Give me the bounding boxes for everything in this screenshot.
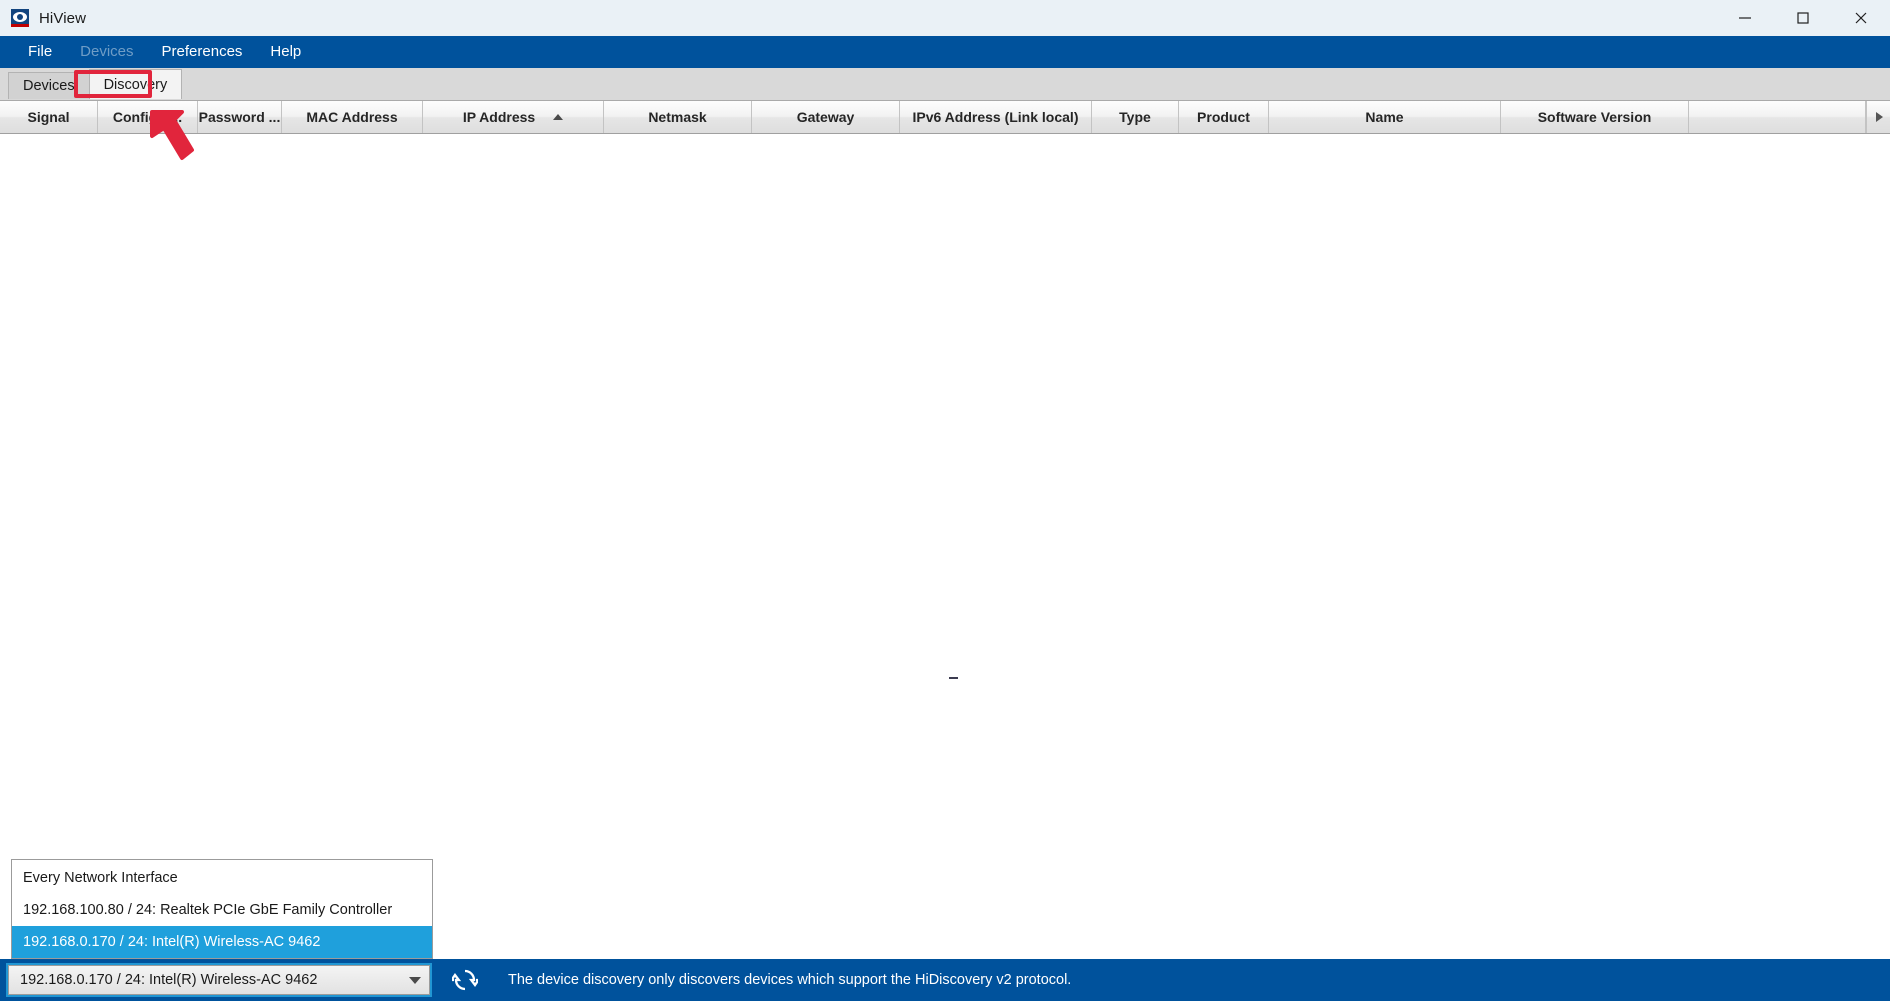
column-header-filler[interactable] xyxy=(1689,101,1866,133)
column-header-netmask[interactable]: Netmask xyxy=(604,101,752,133)
menu-item-preferences[interactable]: Preferences xyxy=(148,36,257,68)
column-header-product[interactable]: Product xyxy=(1179,101,1269,133)
dropdown-option-intel-wireless[interactable]: 192.168.0.170 / 24: Intel(R) Wireless-AC… xyxy=(12,926,432,958)
title-bar: HiView xyxy=(0,0,1890,36)
status-bar: 192.168.0.170 / 24: Intel(R) Wireless-AC… xyxy=(0,859,1890,1001)
hiview-eye-icon xyxy=(11,9,29,27)
menu-item-file[interactable]: File xyxy=(14,36,66,68)
column-header-signal[interactable]: Signal xyxy=(0,101,98,133)
column-header-configuration[interactable]: Configur... xyxy=(98,101,198,133)
network-interface-value: 192.168.0.170 / 24: Intel(R) Wireless-AC… xyxy=(20,972,318,988)
column-header-software-version[interactable]: Software Version xyxy=(1501,101,1689,133)
table-body-empty xyxy=(0,134,1890,959)
tab-devices[interactable]: Devices xyxy=(8,72,90,99)
close-icon[interactable] xyxy=(1832,0,1890,36)
column-header-ip-address[interactable]: IP Address xyxy=(423,101,604,133)
network-interface-dropdown: Every Network Interface 192.168.100.80 /… xyxy=(11,859,433,959)
tab-strip: Devices Discovery xyxy=(0,68,1890,100)
window-title: HiView xyxy=(39,9,87,27)
tab-discovery[interactable]: Discovery xyxy=(88,69,183,99)
maximize-icon[interactable] xyxy=(1774,0,1832,36)
discovery-table: Signal Configur... Password ... MAC Addr… xyxy=(0,100,1890,959)
network-interface-select[interactable]: 192.168.0.170 / 24: Intel(R) Wireless-AC… xyxy=(6,963,432,997)
refresh-icon[interactable] xyxy=(444,959,486,1001)
menu-item-help[interactable]: Help xyxy=(256,36,315,68)
dropdown-option-realtek[interactable]: 192.168.100.80 / 24: Realtek PCIe GbE Fa… xyxy=(12,894,432,926)
column-header-type[interactable]: Type xyxy=(1092,101,1179,133)
column-header-name[interactable]: Name xyxy=(1269,101,1501,133)
title-bar-left: HiView xyxy=(0,9,86,27)
scroll-right-arrow-icon[interactable] xyxy=(1866,101,1890,133)
chevron-down-icon xyxy=(409,976,421,984)
column-header-ip-address-label: IP Address xyxy=(462,109,536,125)
dropdown-option-every-network-interface[interactable]: Every Network Interface xyxy=(12,862,432,894)
status-message: The device discovery only discovers devi… xyxy=(508,972,1072,988)
window-controls xyxy=(1716,0,1890,36)
menu-item-devices: Devices xyxy=(80,43,134,60)
menu-bar: File Devices Preferences Help xyxy=(0,36,1890,68)
table-header-row: Signal Configur... Password ... MAC Addr… xyxy=(0,101,1890,134)
sort-ascending-icon xyxy=(553,114,564,120)
cursor-artifact xyxy=(949,677,958,679)
column-header-ipv6-address[interactable]: IPv6 Address (Link local) xyxy=(900,101,1092,133)
column-header-password[interactable]: Password ... xyxy=(198,101,282,133)
column-header-gateway[interactable]: Gateway xyxy=(752,101,900,133)
column-header-mac-address[interactable]: MAC Address xyxy=(282,101,423,133)
hiview-window: HiView File Devices Preferences Help Dev… xyxy=(0,0,1890,1001)
minimize-icon[interactable] xyxy=(1716,0,1774,36)
